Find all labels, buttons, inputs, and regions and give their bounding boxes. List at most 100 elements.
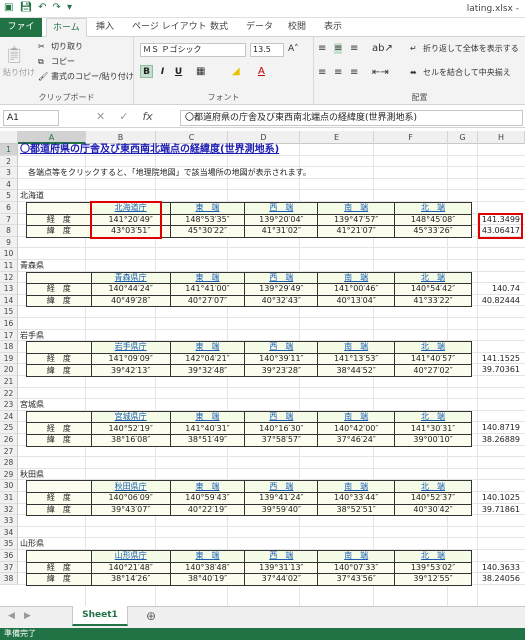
endpoint-link[interactable]: 北 端 xyxy=(394,480,472,493)
lat-value-cell[interactable]: 39°32′48″ xyxy=(169,364,246,377)
long-value-cell[interactable]: 141°00′46″ xyxy=(317,283,396,296)
endpoint-link[interactable]: 南 端 xyxy=(317,410,396,424)
row-header-10[interactable]: 10 xyxy=(0,248,18,260)
long-value-cell[interactable]: 141°30′31″ xyxy=(394,422,472,435)
worksheet-grid[interactable]: ABCDEFGH 1 2 3 4 5 6 7 8 9 10 11 12 13 14 15 16 17 18 19 20… xyxy=(0,131,525,606)
tab-formulas[interactable]: 数式 xyxy=(204,18,234,37)
wrap-text-button[interactable]: ↵ 折り返して全体を表示する xyxy=(410,43,519,54)
font-name-combo[interactable]: ＭＳ Ｐゴシック xyxy=(140,43,246,57)
row-header-15[interactable]: 15 xyxy=(0,306,18,318)
long-value-cell[interactable]: 141°13′53″ xyxy=(317,352,396,366)
undo-icon[interactable]: ↶ xyxy=(38,2,46,13)
cut-button[interactable]: ✂ 切り取り xyxy=(38,41,83,52)
row-header-8[interactable]: 8 xyxy=(0,225,18,237)
save-icon[interactable]: 💾︎ xyxy=(19,2,32,13)
long-value-cell[interactable]: 140°21′48″ xyxy=(90,561,171,575)
sheet-title[interactable]: 〇都道府県の庁舎及び東西南北端点の経緯度(世界測地系) xyxy=(20,143,279,156)
row-header-20[interactable]: 20 xyxy=(0,364,18,376)
endpoint-link[interactable]: 東 端 xyxy=(169,341,246,354)
h-latitude-value[interactable]: 38.24056 xyxy=(478,573,520,585)
row-header-24[interactable]: 24 xyxy=(0,410,18,423)
row-header-9[interactable]: 9 xyxy=(0,236,18,249)
h-longitude-value[interactable]: 140.3633 xyxy=(478,562,520,574)
lat-value-cell[interactable]: 45°33′26″ xyxy=(394,225,472,238)
font-size-combo[interactable]: 13.5 xyxy=(250,43,284,57)
lat-value-cell[interactable]: 40°27′02″ xyxy=(394,364,472,377)
lat-value-cell[interactable]: 37°58′57″ xyxy=(244,434,319,447)
row-header-17[interactable]: 17 xyxy=(0,329,18,342)
column-header-g[interactable]: G xyxy=(448,131,478,144)
row-header-4[interactable]: 4 xyxy=(0,178,18,191)
endpoint-link[interactable]: 東 端 xyxy=(169,271,246,285)
column-header-h[interactable]: H xyxy=(478,131,525,144)
tab-insert[interactable]: 挿入 xyxy=(90,18,120,37)
lat-value-cell[interactable]: 41°21′07″ xyxy=(317,225,396,238)
row-header-7[interactable]: 7 xyxy=(0,213,18,226)
endpoint-link[interactable]: 東 端 xyxy=(169,550,246,563)
sheet-tab-sheet1[interactable]: Sheet1 xyxy=(72,606,128,626)
lat-value-cell[interactable]: 38°52′51″ xyxy=(317,503,396,517)
long-value-cell[interactable]: 140°38′48″ xyxy=(169,561,246,575)
endpoint-link[interactable]: 北 端 xyxy=(394,202,472,215)
long-value-cell[interactable]: 140°06′09″ xyxy=(90,492,171,505)
row-header-32[interactable]: 32 xyxy=(0,503,18,516)
lat-value-cell[interactable]: 39°43′07″ xyxy=(90,503,171,517)
endpoint-link[interactable]: 東 端 xyxy=(169,202,246,215)
h-latitude-value[interactable]: 39.71861 xyxy=(478,504,520,516)
long-value-cell[interactable]: 140°39′11″ xyxy=(244,352,319,366)
merge-center-button[interactable]: ⬌ セルを結合して中央揃え xyxy=(410,67,511,78)
long-value-cell[interactable]: 139°47′57″ xyxy=(317,213,396,227)
endpoint-link[interactable]: 北 端 xyxy=(394,341,472,354)
long-value-cell[interactable]: 139°20′04″ xyxy=(244,213,319,227)
office-link[interactable]: 山形県庁 xyxy=(90,550,171,563)
align-middle-icon[interactable]: ≡ xyxy=(334,43,343,54)
tab-data[interactable]: データ xyxy=(240,18,279,37)
lat-value-cell[interactable]: 40°49′28″ xyxy=(90,294,171,308)
row-header-19[interactable]: 19 xyxy=(0,352,18,365)
endpoint-link[interactable]: 東 端 xyxy=(169,480,246,493)
align-left-icon[interactable]: ≡ xyxy=(318,67,326,78)
endpoint-link[interactable]: 西 端 xyxy=(244,341,319,354)
long-value-cell[interactable]: 140°16′30″ xyxy=(244,422,319,435)
long-value-cell[interactable]: 140°52′19″ xyxy=(90,422,171,435)
font-color-icon[interactable]: A xyxy=(258,66,265,77)
lat-value-cell[interactable]: 41°33′22″ xyxy=(394,294,472,308)
tab-view[interactable]: 表示 xyxy=(318,18,348,37)
long-value-cell[interactable]: 141°40′31″ xyxy=(169,422,246,435)
lat-value-cell[interactable]: 38°40′19″ xyxy=(169,573,246,586)
row-header-34[interactable]: 34 xyxy=(0,526,18,539)
endpoint-link[interactable]: 南 端 xyxy=(317,271,396,285)
long-value-cell[interactable]: 140°44′24″ xyxy=(90,283,171,296)
tab-home[interactable]: ホーム xyxy=(46,18,87,37)
orientation-icon[interactable]: ab↗ xyxy=(372,43,393,54)
row-header-25[interactable]: 25 xyxy=(0,422,18,434)
row-header-31[interactable]: 31 xyxy=(0,492,18,504)
row-header-3[interactable]: 3 xyxy=(0,167,18,179)
lat-value-cell[interactable]: 39°59′40″ xyxy=(244,503,319,517)
align-right-icon[interactable]: ≡ xyxy=(350,67,358,78)
row-header-30[interactable]: 30 xyxy=(0,480,18,492)
row-header-33[interactable]: 33 xyxy=(0,515,18,527)
endpoint-link[interactable]: 北 端 xyxy=(394,271,472,285)
endpoint-link[interactable]: 北 端 xyxy=(394,550,472,563)
h-longitude-value[interactable]: 141.1525 xyxy=(478,353,520,365)
h-latitude-value[interactable]: 38.26889 xyxy=(478,434,520,446)
row-header-11[interactable]: 11 xyxy=(0,260,18,272)
endpoint-link[interactable]: 西 端 xyxy=(244,202,319,215)
long-value-cell[interactable]: 140°42′00″ xyxy=(317,422,396,435)
redo-icon[interactable]: ↷ xyxy=(53,2,61,13)
long-value-cell[interactable]: 140°07′33″ xyxy=(317,561,396,575)
fill-color-icon[interactable]: ◢ xyxy=(232,66,240,77)
row-header-13[interactable]: 13 xyxy=(0,283,18,295)
long-value-cell[interactable]: 148°53′35″ xyxy=(169,213,246,227)
row-header-26[interactable]: 26 xyxy=(0,434,18,446)
row-header-21[interactable]: 21 xyxy=(0,376,18,388)
row-header-5[interactable]: 5 xyxy=(0,190,18,202)
row-header-38[interactable]: 38 xyxy=(0,573,18,585)
long-value-cell[interactable]: 139°41′24″ xyxy=(244,492,319,505)
lat-value-cell[interactable]: 38°51′49″ xyxy=(169,434,246,447)
fx-icon[interactable]: fx xyxy=(142,110,152,123)
lat-value-cell[interactable]: 39°42′13″ xyxy=(90,364,171,377)
row-header-22[interactable]: 22 xyxy=(0,387,18,400)
tab-page-layout[interactable]: ページ レイアウト xyxy=(126,18,213,37)
